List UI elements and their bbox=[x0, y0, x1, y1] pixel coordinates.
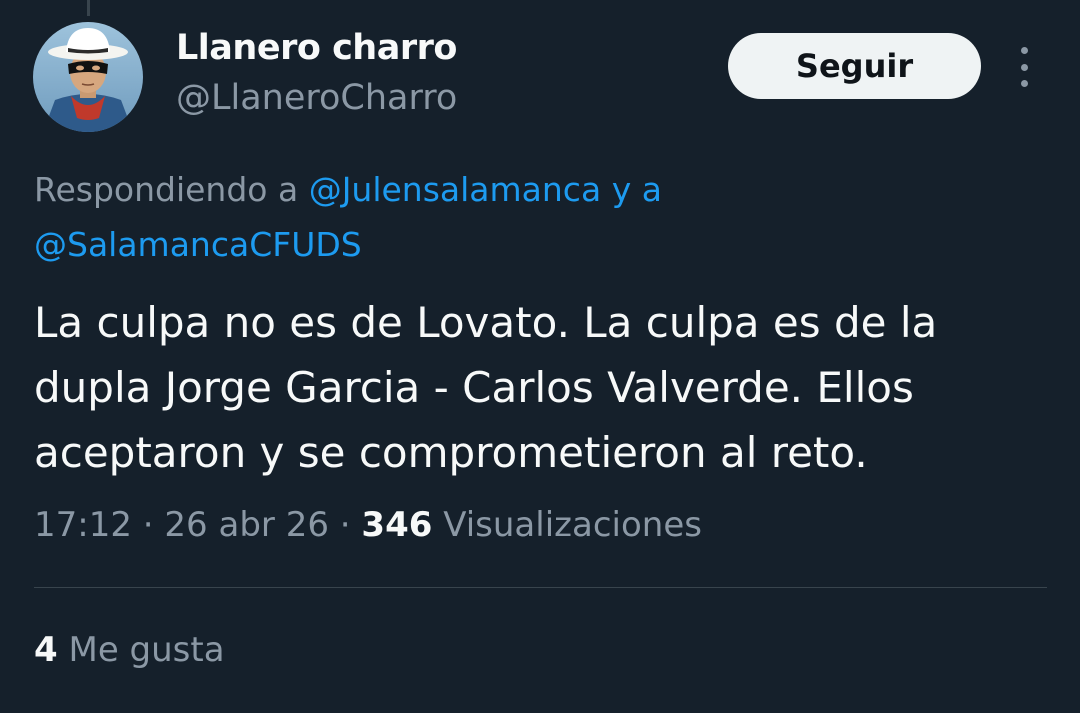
reply-prefix: Respondiendo a bbox=[34, 170, 299, 209]
more-dot bbox=[1020, 80, 1028, 87]
meta-separator: · bbox=[142, 505, 154, 545]
likes-stat[interactable]: 4 Me gusta bbox=[34, 630, 225, 670]
views-label: Visualizaciones bbox=[443, 505, 702, 545]
more-dot bbox=[1020, 63, 1028, 71]
more-vertical-icon[interactable] bbox=[1012, 47, 1036, 87]
reply-joiner[interactable]: y a bbox=[612, 170, 662, 209]
tweet-date[interactable]: 26 abr 26 bbox=[164, 505, 329, 545]
user-display-name[interactable]: Llanero charro bbox=[176, 28, 457, 68]
tweet-text: La culpa no es de Lovato. La culpa es de… bbox=[34, 298, 938, 477]
mention-link-1[interactable]: @Julensalamanca bbox=[309, 170, 602, 209]
user-handle[interactable]: @LlaneroCharro bbox=[176, 78, 457, 118]
mention-link-2[interactable]: @SalamancaCFUDS bbox=[34, 225, 362, 264]
more-dot bbox=[1020, 47, 1028, 54]
tweet-meta: 17:12 · 26 abr 26 · 346 Visualizaciones bbox=[34, 505, 702, 545]
thread-connector-line bbox=[87, 0, 90, 16]
follow-button[interactable]: Seguir bbox=[728, 33, 981, 99]
avatar[interactable] bbox=[33, 22, 143, 132]
views-count: 346 bbox=[361, 505, 433, 545]
tweet-detail: Llanero charro @LlaneroCharro Seguir Res… bbox=[0, 0, 1080, 713]
likes-label: Me gusta bbox=[68, 630, 225, 670]
tweet-time[interactable]: 17:12 bbox=[34, 505, 132, 545]
meta-separator: · bbox=[339, 505, 351, 545]
reply-context: Respondiendo a @Julensalamanca y a @Sala… bbox=[34, 162, 1044, 272]
divider bbox=[34, 587, 1047, 588]
masked-cowboy-avatar-icon bbox=[33, 22, 143, 132]
likes-count: 4 bbox=[34, 630, 58, 670]
